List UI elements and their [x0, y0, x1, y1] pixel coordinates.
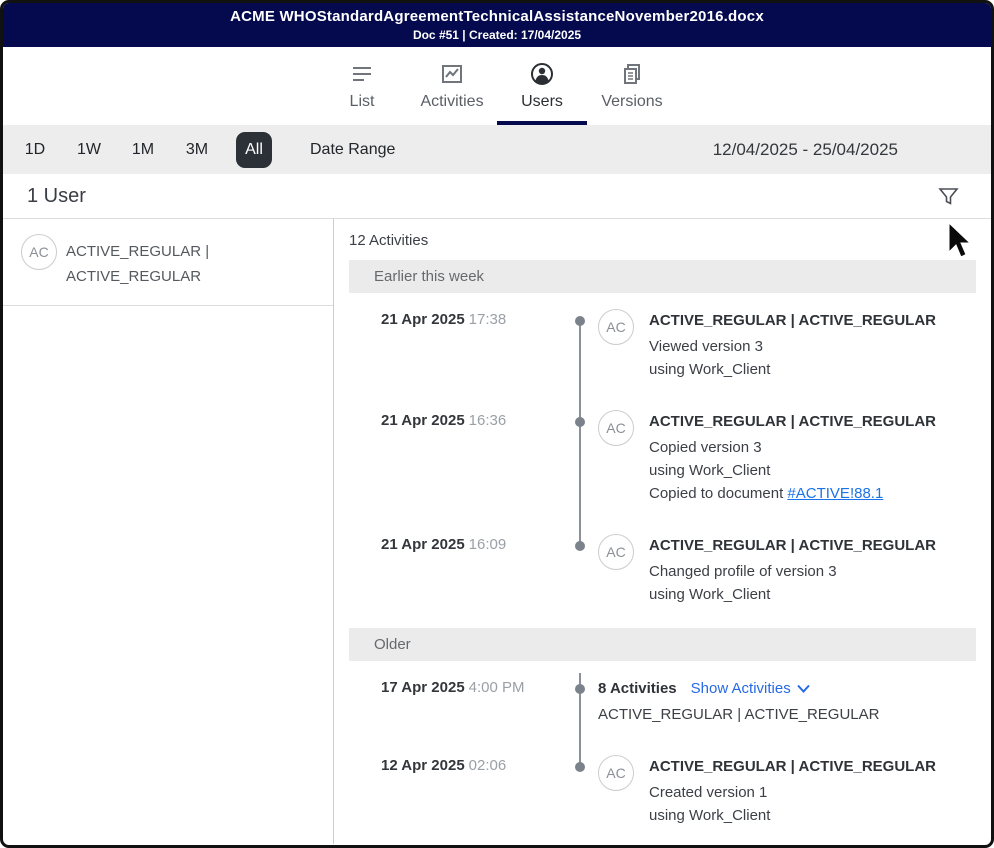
tab-versions-label: Versions [587, 93, 677, 111]
time-text: 02:06 [469, 757, 507, 774]
tab-users-label: Users [497, 93, 587, 111]
timeline-dot [575, 762, 585, 772]
activities-count: 12 Activities [349, 219, 991, 260]
activity-detail: ACTIVE_REGULAR | ACTIVE_REGULAR Viewed v… [649, 309, 936, 381]
activity-date: 21 Apr 202516:36 [349, 410, 575, 505]
activities-panel: 12 Activities Earlier this week 21 Apr 2… [334, 219, 991, 844]
activity-client: using Work_Client [649, 459, 936, 482]
timeline [575, 677, 585, 726]
activity-entry-grouped: 17 Apr 20254:00 PM 8 Activities Show Act… [349, 661, 991, 739]
tab-list-label: List [317, 93, 407, 111]
timeline-dot [575, 684, 585, 694]
tab-activities-label: Activities [407, 93, 497, 111]
document-title: ACME WHOStandardAgreementTechnicalAssist… [3, 8, 991, 25]
range-3m-button[interactable]: 3M [182, 135, 212, 165]
timeline-dot [575, 541, 585, 551]
activity-action: Changed profile of version 3 [649, 560, 936, 583]
range-all-button[interactable]: All [236, 132, 272, 168]
activity-action: Viewed version 3 [649, 335, 936, 358]
timeline-dot [575, 316, 585, 326]
date-text: 17 Apr 2025 [381, 679, 465, 696]
date-text: 21 Apr 2025 [381, 311, 465, 328]
activity-date: 12 Apr 202502:06 [349, 755, 575, 827]
activity-entry: 12 Apr 202502:06 AC ACTIVE_REGULAR | ACT… [349, 739, 991, 840]
avatar: AC [598, 534, 634, 570]
users-section-header: 1 User [3, 174, 991, 219]
activity-client: using Work_Client [649, 583, 936, 606]
tab-activities[interactable]: Activities [407, 61, 497, 125]
activity-copy-line: Copied to document #ACTIVE!88.1 [649, 482, 936, 505]
user-list-item[interactable]: AC ACTIVE_REGULAR | ACTIVE_REGULAR [3, 219, 333, 306]
copy-prefix: Copied to document [649, 485, 787, 502]
timeline [575, 755, 585, 827]
content-area: AC ACTIVE_REGULAR | ACTIVE_REGULAR 12 Ac… [3, 219, 991, 844]
activity-client: using Work_Client [649, 804, 936, 827]
users-count-title: 1 User [27, 185, 86, 208]
section-band-older: Older [349, 628, 976, 661]
show-activities-label: Show Activities [691, 677, 791, 700]
tab-bar: List Activities Users Versions [3, 47, 991, 125]
show-activities-link[interactable]: Show Activities [691, 677, 810, 700]
timeline [575, 410, 585, 505]
app-window: ACME WHOStandardAgreementTechnicalAssist… [0, 0, 994, 848]
document-header: ACME WHOStandardAgreementTechnicalAssist… [3, 3, 991, 47]
grouped-count: 8 Activities [598, 677, 677, 700]
filter-funnel-icon[interactable] [938, 186, 959, 207]
activity-user: ACTIVE_REGULAR | ACTIVE_REGULAR [649, 309, 936, 332]
activity-entry: 21 Apr 202516:36 AC ACTIVE_REGULAR | ACT… [349, 394, 991, 518]
activity-date: 21 Apr 202517:38 [349, 309, 575, 381]
users-list-panel: AC ACTIVE_REGULAR | ACTIVE_REGULAR [3, 219, 334, 844]
time-text: 17:38 [469, 311, 507, 328]
avatar: AC [598, 755, 634, 791]
grouped-user: ACTIVE_REGULAR | ACTIVE_REGULAR [598, 703, 879, 726]
activity-entry: 21 Apr 202516:09 AC ACTIVE_REGULAR | ACT… [349, 518, 991, 619]
versions-icon [587, 61, 677, 87]
timeline [575, 309, 585, 381]
document-meta: Doc #51 | Created: 17/04/2025 [3, 28, 991, 42]
activity-date: 17 Apr 20254:00 PM [349, 677, 575, 726]
avatar: AC [598, 309, 634, 345]
date-filter-bar: 1D 1W 1M 3M All Date Range 12/04/2025 - … [3, 125, 991, 174]
activity-action: Copied version 3 [649, 436, 936, 459]
section-band-earlier: Earlier this week [349, 260, 976, 293]
activity-date: 21 Apr 202516:09 [349, 534, 575, 606]
user-name: ACTIVE_REGULAR | ACTIVE_REGULAR [66, 234, 319, 289]
date-text: 21 Apr 2025 [381, 536, 465, 553]
grouped-activities-row: 8 Activities Show Activities [598, 677, 879, 700]
activity-detail: ACTIVE_REGULAR | ACTIVE_REGULAR Created … [649, 755, 936, 827]
time-text: 16:36 [469, 412, 507, 429]
activity-user: ACTIVE_REGULAR | ACTIVE_REGULAR [649, 534, 936, 557]
date-text: 21 Apr 2025 [381, 412, 465, 429]
time-text: 16:09 [469, 536, 507, 553]
avatar: AC [598, 410, 634, 446]
list-icon [317, 61, 407, 87]
selected-date-range: 12/04/2025 - 25/04/2025 [713, 140, 898, 160]
time-text: 4:00 PM [469, 679, 525, 696]
range-1m-button[interactable]: 1M [128, 135, 158, 165]
timeline-dot [575, 417, 585, 427]
tab-versions[interactable]: Versions [587, 61, 677, 125]
activity-user: ACTIVE_REGULAR | ACTIVE_REGULAR [649, 755, 936, 778]
users-icon [497, 61, 587, 87]
chevron-down-icon [797, 684, 810, 693]
activity-detail: 8 Activities Show Activities ACTIVE_REGU… [585, 677, 879, 726]
copied-document-link[interactable]: #ACTIVE!88.1 [787, 485, 883, 502]
activity-client: using Work_Client [649, 358, 936, 381]
range-1w-button[interactable]: 1W [74, 135, 104, 165]
activity-entry: 21 Apr 202517:38 AC ACTIVE_REGULAR | ACT… [349, 293, 991, 394]
activity-detail: ACTIVE_REGULAR | ACTIVE_REGULAR Copied v… [649, 410, 936, 505]
date-text: 12 Apr 2025 [381, 757, 465, 774]
avatar: AC [21, 234, 57, 270]
activity-action: Created version 1 [649, 781, 936, 804]
tab-list[interactable]: List [317, 61, 407, 125]
activity-user: ACTIVE_REGULAR | ACTIVE_REGULAR [649, 410, 936, 433]
activity-detail: ACTIVE_REGULAR | ACTIVE_REGULAR Changed … [649, 534, 936, 606]
timeline [575, 534, 585, 606]
date-range-button[interactable]: Date Range [310, 141, 395, 159]
activities-icon [407, 61, 497, 87]
range-1d-button[interactable]: 1D [20, 135, 50, 165]
tab-users[interactable]: Users [497, 61, 587, 125]
